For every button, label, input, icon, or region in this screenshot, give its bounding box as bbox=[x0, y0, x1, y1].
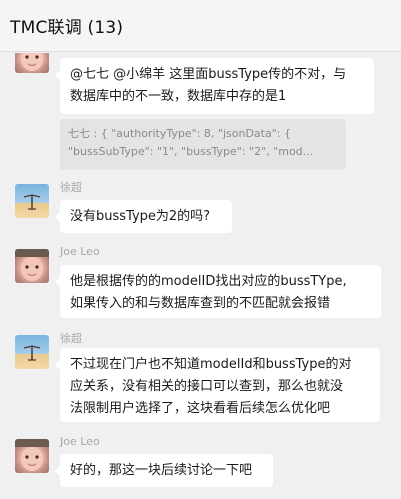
avatar[interactable] bbox=[15, 335, 49, 369]
avatar[interactable] bbox=[15, 439, 49, 473]
message-line: 他是根据传的的modelID找出对应的bussTYpe, bbox=[70, 274, 347, 289]
baby-avatar-icon bbox=[21, 53, 43, 71]
sender-name: 徐超 bbox=[60, 181, 82, 194]
sender-name: 徐超 bbox=[60, 332, 82, 345]
message-line: 法限制用户选择了，这块看看后续怎么优化吧 bbox=[70, 401, 331, 416]
message-line: 如果传入的和与数据库查到的不匹配就会报错 bbox=[70, 296, 331, 311]
baby-avatar-icon bbox=[15, 439, 49, 471]
quote-line: "bussSubType": "1", "bussType": "2", "mo… bbox=[68, 145, 314, 158]
sky-avatar-icon bbox=[23, 194, 41, 210]
avatar[interactable] bbox=[15, 249, 49, 283]
quoted-message[interactable]: 七七 : { "authorityType": 8, "jsonData": {… bbox=[60, 119, 346, 170]
avatar[interactable] bbox=[15, 184, 49, 218]
chat-title: TMC联调 (13) bbox=[10, 18, 124, 38]
message-line: 数据库中的不一致，数据库中存的是1 bbox=[70, 89, 287, 104]
message-line: 应关系，没有相关的接口可以查到，那么也就没 bbox=[70, 379, 344, 394]
message-bubble[interactable]: 好的，那这一块后续讨论一下吧 bbox=[55, 454, 273, 487]
baby-avatar-icon bbox=[15, 249, 49, 281]
message-line: 不过现在门户也不知道modelId和bussType的对 bbox=[70, 357, 352, 372]
message-line: @七七 @小绵羊 这里面bussType传的不对，与 bbox=[70, 67, 347, 82]
chat-header: TMC联调 (13) bbox=[0, 0, 401, 52]
message-feed[interactable]: @七七 @小绵羊 这里面bussType传的不对，与 数据库中的不一致，数据库中… bbox=[0, 53, 401, 499]
quote-line: 七七 : { "authorityType": 8, "jsonData": { bbox=[68, 127, 291, 140]
message-bubble[interactable]: @七七 @小绵羊 这里面bussType传的不对，与 数据库中的不一致，数据库中… bbox=[55, 58, 374, 114]
message-line: 没有bussType为2的吗? bbox=[70, 209, 211, 224]
sky-avatar-icon bbox=[23, 345, 41, 361]
message-bubble[interactable]: 没有bussType为2的吗? bbox=[55, 200, 232, 233]
sender-name: Joe Leo bbox=[60, 245, 100, 258]
message-bubble[interactable]: 他是根据传的的modelID找出对应的bussTYpe, 如果传入的和与数据库查… bbox=[55, 265, 381, 318]
sender-name: Joe Leo bbox=[60, 435, 100, 448]
message-line: 好的，那这一块后续讨论一下吧 bbox=[70, 463, 253, 478]
message-bubble[interactable]: 不过现在门户也不知道modelId和bussType的对 应关系，没有相关的接口… bbox=[55, 348, 380, 422]
avatar[interactable] bbox=[15, 53, 49, 73]
